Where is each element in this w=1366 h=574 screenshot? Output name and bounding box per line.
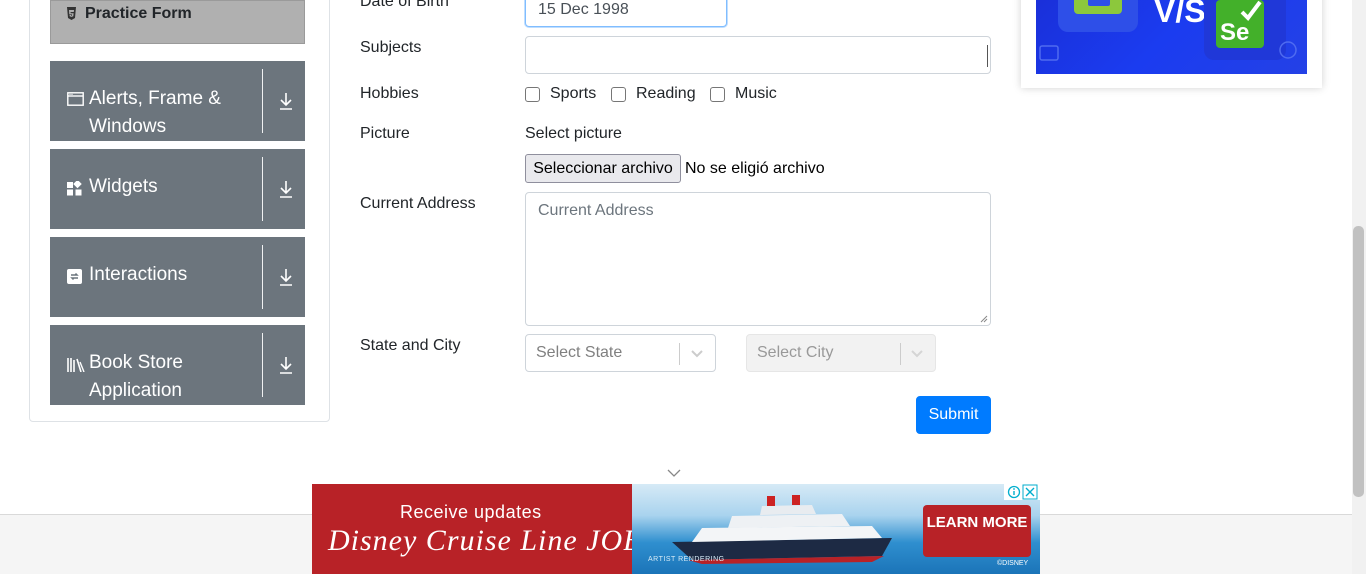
resize-handle-icon[interactable] (979, 314, 988, 323)
ad-choices[interactable] (1004, 484, 1040, 500)
file-status: No se eligió archivo (685, 160, 825, 177)
divider (262, 245, 263, 309)
hobby-label: Reading (636, 85, 696, 102)
sidebar-group-label: Interactions (89, 264, 188, 285)
current-address-label: Current Address (360, 195, 476, 212)
picture-label: Picture (360, 125, 410, 142)
submit-button[interactable]: Submit (916, 396, 991, 434)
divider (262, 157, 263, 221)
sidebar-item-practice-form[interactable]: Practice Form (50, 0, 305, 44)
current-address-textarea[interactable]: Current Address (525, 192, 991, 326)
city-select[interactable]: Select City (746, 334, 936, 372)
right-ad-image[interactable]: V/S Se (1036, 0, 1307, 74)
chevron-down-icon (911, 350, 923, 358)
sidebar-group-label: Alerts, Frame & Windows (89, 88, 221, 137)
download-icon (280, 357, 292, 374)
divider (262, 333, 263, 397)
subjects-input[interactable] (525, 36, 991, 74)
ad-learn-more-button[interactable]: LEARN MORE (923, 505, 1031, 557)
download-icon (280, 93, 292, 110)
right-ad-container: V/S Se (1021, 0, 1322, 88)
info-icon[interactable] (1007, 485, 1021, 499)
indicator-separator (900, 343, 901, 365)
download-icon (280, 269, 292, 286)
text-cursor (987, 45, 988, 67)
state-placeholder: Select State (536, 344, 623, 361)
dob-value: 15 Dec 1998 (538, 1, 629, 18)
sidebar-group-alerts[interactable]: Alerts, Frame & Windows (50, 61, 305, 141)
footer-ad-banner[interactable]: Receive updates Disney Cruise Line JOBS … (312, 484, 1040, 574)
ad-logo-text: Disney Cruise Line JOBS (328, 524, 659, 557)
chevron-down-icon (691, 350, 703, 358)
checkbox-box[interactable] (525, 87, 540, 102)
svg-text:Se: Se (1220, 19, 1249, 46)
address-placeholder: Current Address (538, 202, 654, 219)
divider (262, 69, 263, 133)
svg-text:V/S: V/S (1154, 0, 1206, 29)
download-icon (280, 181, 292, 198)
interactions-icon (67, 269, 82, 284)
ad-artist-note: ARTIST RENDERING (648, 556, 725, 563)
state-select[interactable]: Select State (525, 334, 716, 372)
close-icon[interactable] (1022, 484, 1038, 500)
city-placeholder: Select City (757, 344, 834, 361)
sidebar-group-label: Book Store Application (89, 352, 183, 401)
window-icon (67, 92, 84, 106)
indicator-separator (679, 343, 680, 365)
widgets-icon (67, 181, 82, 196)
chevron-down-icon[interactable] (667, 469, 681, 478)
sidebar-group-label: Widgets (89, 176, 158, 197)
sidebar-group-interactions[interactable]: Interactions (50, 237, 305, 317)
hobby-label: Sports (550, 85, 597, 102)
ad-copyright: ©DISNEY (997, 560, 1029, 567)
select-picture-label: Select picture (525, 125, 622, 142)
file-select-button[interactable]: Seleccionar archivo (525, 154, 681, 183)
sidebar-item-label: Practice Form (85, 5, 192, 22)
checkbox-box[interactable] (611, 87, 626, 102)
hobbies-label: Hobbies (360, 85, 419, 102)
katalon-vs-selenium-graphic: V/S Se (1039, 0, 1297, 61)
books-icon (67, 358, 85, 372)
state-city-label: State and City (360, 337, 461, 354)
dob-label: Date of Birth (360, 0, 449, 10)
dob-input[interactable]: 15 Dec 1998 (525, 0, 727, 27)
checkbox-box[interactable] (710, 87, 725, 102)
sidebar-group-book-store[interactable]: Book Store Application (50, 325, 305, 405)
ad-headline: Receive updates (400, 502, 542, 522)
scrollbar-thumb[interactable] (1353, 226, 1364, 497)
html5-icon (66, 7, 77, 23)
sidebar-group-widgets[interactable]: Widgets (50, 149, 305, 229)
subjects-label: Subjects (360, 39, 422, 56)
hobby-label: Music (735, 85, 777, 102)
